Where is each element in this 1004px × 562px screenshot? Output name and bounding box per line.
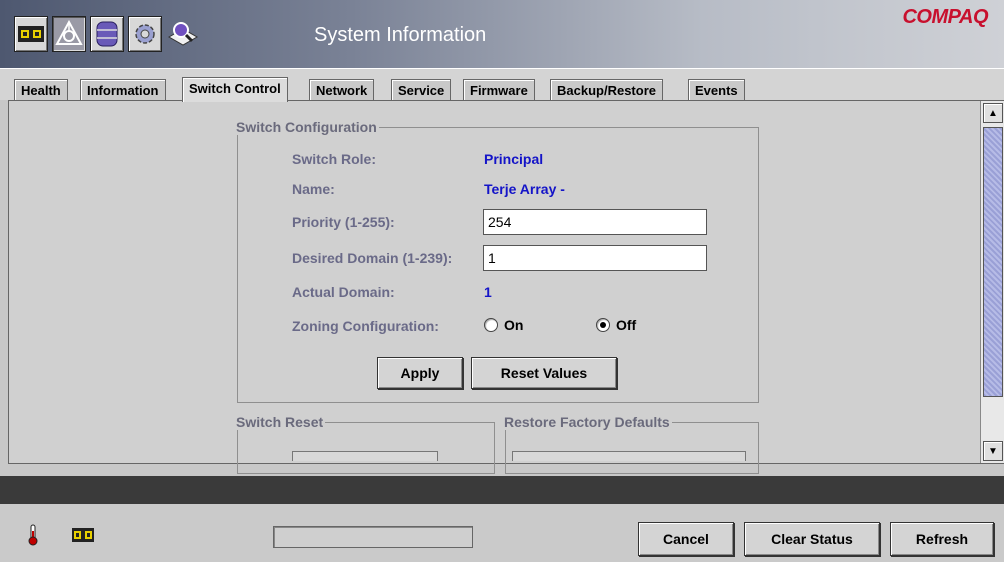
help-tool-button[interactable]	[166, 16, 200, 52]
switch-configuration-legend: Switch Configuration	[236, 119, 377, 135]
zoning-off-radio-dot	[596, 318, 610, 332]
refresh-button[interactable]: Refresh	[890, 522, 994, 556]
vertical-scrollbar[interactable]: ▲ ▼	[980, 101, 1004, 463]
thermometer-icon	[28, 524, 38, 546]
tab-health[interactable]: Health	[14, 79, 68, 101]
desired-domain-input[interactable]	[483, 245, 707, 271]
switch-reset-group: Switch Reset	[236, 414, 495, 474]
reset-values-button[interactable]: Reset Values	[471, 357, 617, 389]
gear-icon	[135, 24, 155, 44]
tab-events[interactable]: Events	[688, 79, 745, 101]
zoning-on-label: On	[504, 317, 524, 333]
switch-role-label: Switch Role:	[292, 151, 377, 167]
switch-control-panel: Switch Configuration Switch Role: Princi…	[8, 100, 1004, 474]
scrollbar-thumb[interactable]	[983, 127, 1003, 397]
database-tool-button[interactable]	[90, 16, 124, 52]
scroll-down-button[interactable]: ▼	[983, 441, 1003, 461]
magnifier-help-icon	[167, 22, 199, 46]
fabric-topology-tool-button[interactable]	[52, 16, 86, 52]
zoning-on-radio-dot	[484, 318, 498, 332]
zoning-off-radio[interactable]: Off	[596, 317, 636, 333]
status-strip	[0, 476, 1004, 504]
tab-firmware[interactable]: Firmware	[463, 79, 535, 101]
priority-label: Priority (1-255):	[292, 214, 395, 230]
compaq-logo: COMPAQ	[902, 6, 988, 28]
app-title: System Information	[314, 24, 487, 46]
switch-reset-legend: Switch Reset	[236, 414, 324, 430]
settings-tool-button[interactable]	[128, 16, 162, 52]
arrow-up-icon: ▲	[988, 107, 998, 119]
status-progress-bar	[273, 526, 473, 548]
switch-reset-button-partial[interactable]	[292, 451, 438, 461]
restore-factory-defaults-group: Restore Factory Defaults	[504, 414, 759, 474]
footer-bar: Cancel Clear Status Refresh	[0, 504, 1004, 562]
switch-role-value: Principal	[484, 151, 544, 167]
tab-service[interactable]: Service	[391, 79, 452, 101]
zoning-on-radio[interactable]: On	[484, 317, 523, 333]
tab-network[interactable]: Network	[309, 79, 375, 101]
name-label: Name:	[292, 181, 335, 197]
actual-domain-label: Actual Domain:	[292, 284, 395, 300]
scroll-up-button[interactable]: ▲	[983, 103, 1003, 123]
restore-factory-defaults-legend: Restore Factory Defaults	[504, 414, 670, 430]
switch-ports-icon	[18, 26, 44, 42]
switch-ports-tool-button[interactable]	[14, 16, 48, 52]
database-icon	[96, 21, 118, 47]
switch-ports-icon	[72, 528, 94, 542]
restore-defaults-button-partial[interactable]	[512, 451, 746, 461]
desired-domain-label: Desired Domain (1-239):	[292, 250, 453, 266]
priority-input[interactable]	[483, 209, 707, 235]
clear-status-button[interactable]: Clear Status	[744, 522, 880, 556]
tab-information[interactable]: Information	[80, 79, 166, 101]
cancel-button[interactable]: Cancel	[638, 522, 734, 556]
tab-bar: Health Information Switch Control Networ…	[0, 68, 1004, 102]
actual-domain-value: 1	[484, 284, 492, 300]
zoning-configuration-label: Zoning Configuration:	[292, 318, 439, 334]
apply-button[interactable]: Apply	[377, 357, 463, 389]
title-bar: System Information COMPAQ	[0, 0, 1004, 68]
arrow-down-icon: ▼	[988, 445, 998, 457]
tab-backup-restore[interactable]: Backup/Restore	[550, 79, 663, 101]
zoning-off-label: Off	[616, 317, 637, 333]
name-value: Terje Array -	[484, 181, 565, 197]
fabric-topology-icon	[55, 20, 83, 45]
tab-switch-control[interactable]: Switch Control	[182, 77, 288, 102]
